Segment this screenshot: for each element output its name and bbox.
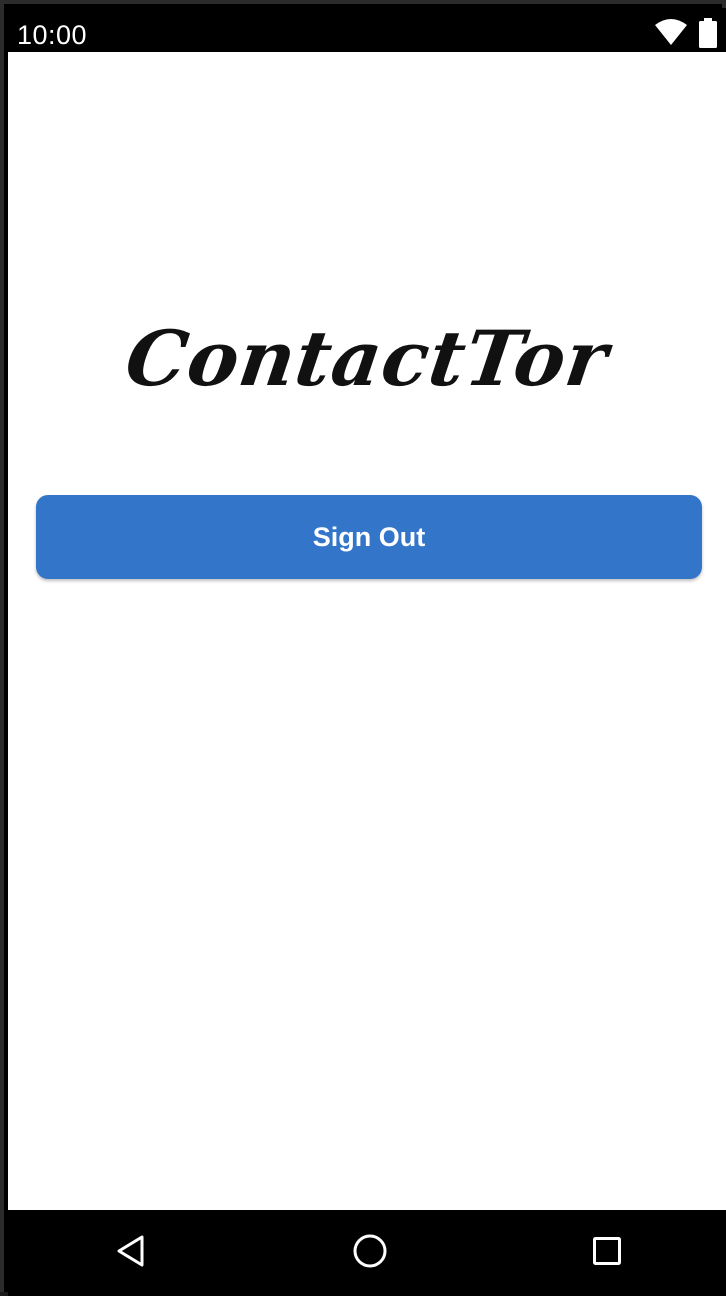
- battery-icon: [698, 18, 718, 53]
- back-icon: [115, 1234, 147, 1273]
- navigation-bar: [8, 1210, 726, 1296]
- app-screen: ContactTor Sign Out: [8, 52, 726, 1210]
- recents-button[interactable]: [585, 1231, 629, 1275]
- home-icon: [352, 1233, 388, 1274]
- status-bar: 10:00: [8, 8, 726, 52]
- status-icons: [654, 18, 718, 48]
- back-button[interactable]: [109, 1231, 153, 1275]
- app-logo: ContactTor: [120, 314, 614, 403]
- recents-icon: [592, 1236, 622, 1271]
- sign-out-button[interactable]: Sign Out: [36, 495, 702, 579]
- device-frame: 10:00 ContactTor Sign Out: [0, 0, 726, 1296]
- wifi-icon: [654, 18, 688, 51]
- home-button[interactable]: [348, 1231, 392, 1275]
- status-time: 10:00: [17, 20, 88, 50]
